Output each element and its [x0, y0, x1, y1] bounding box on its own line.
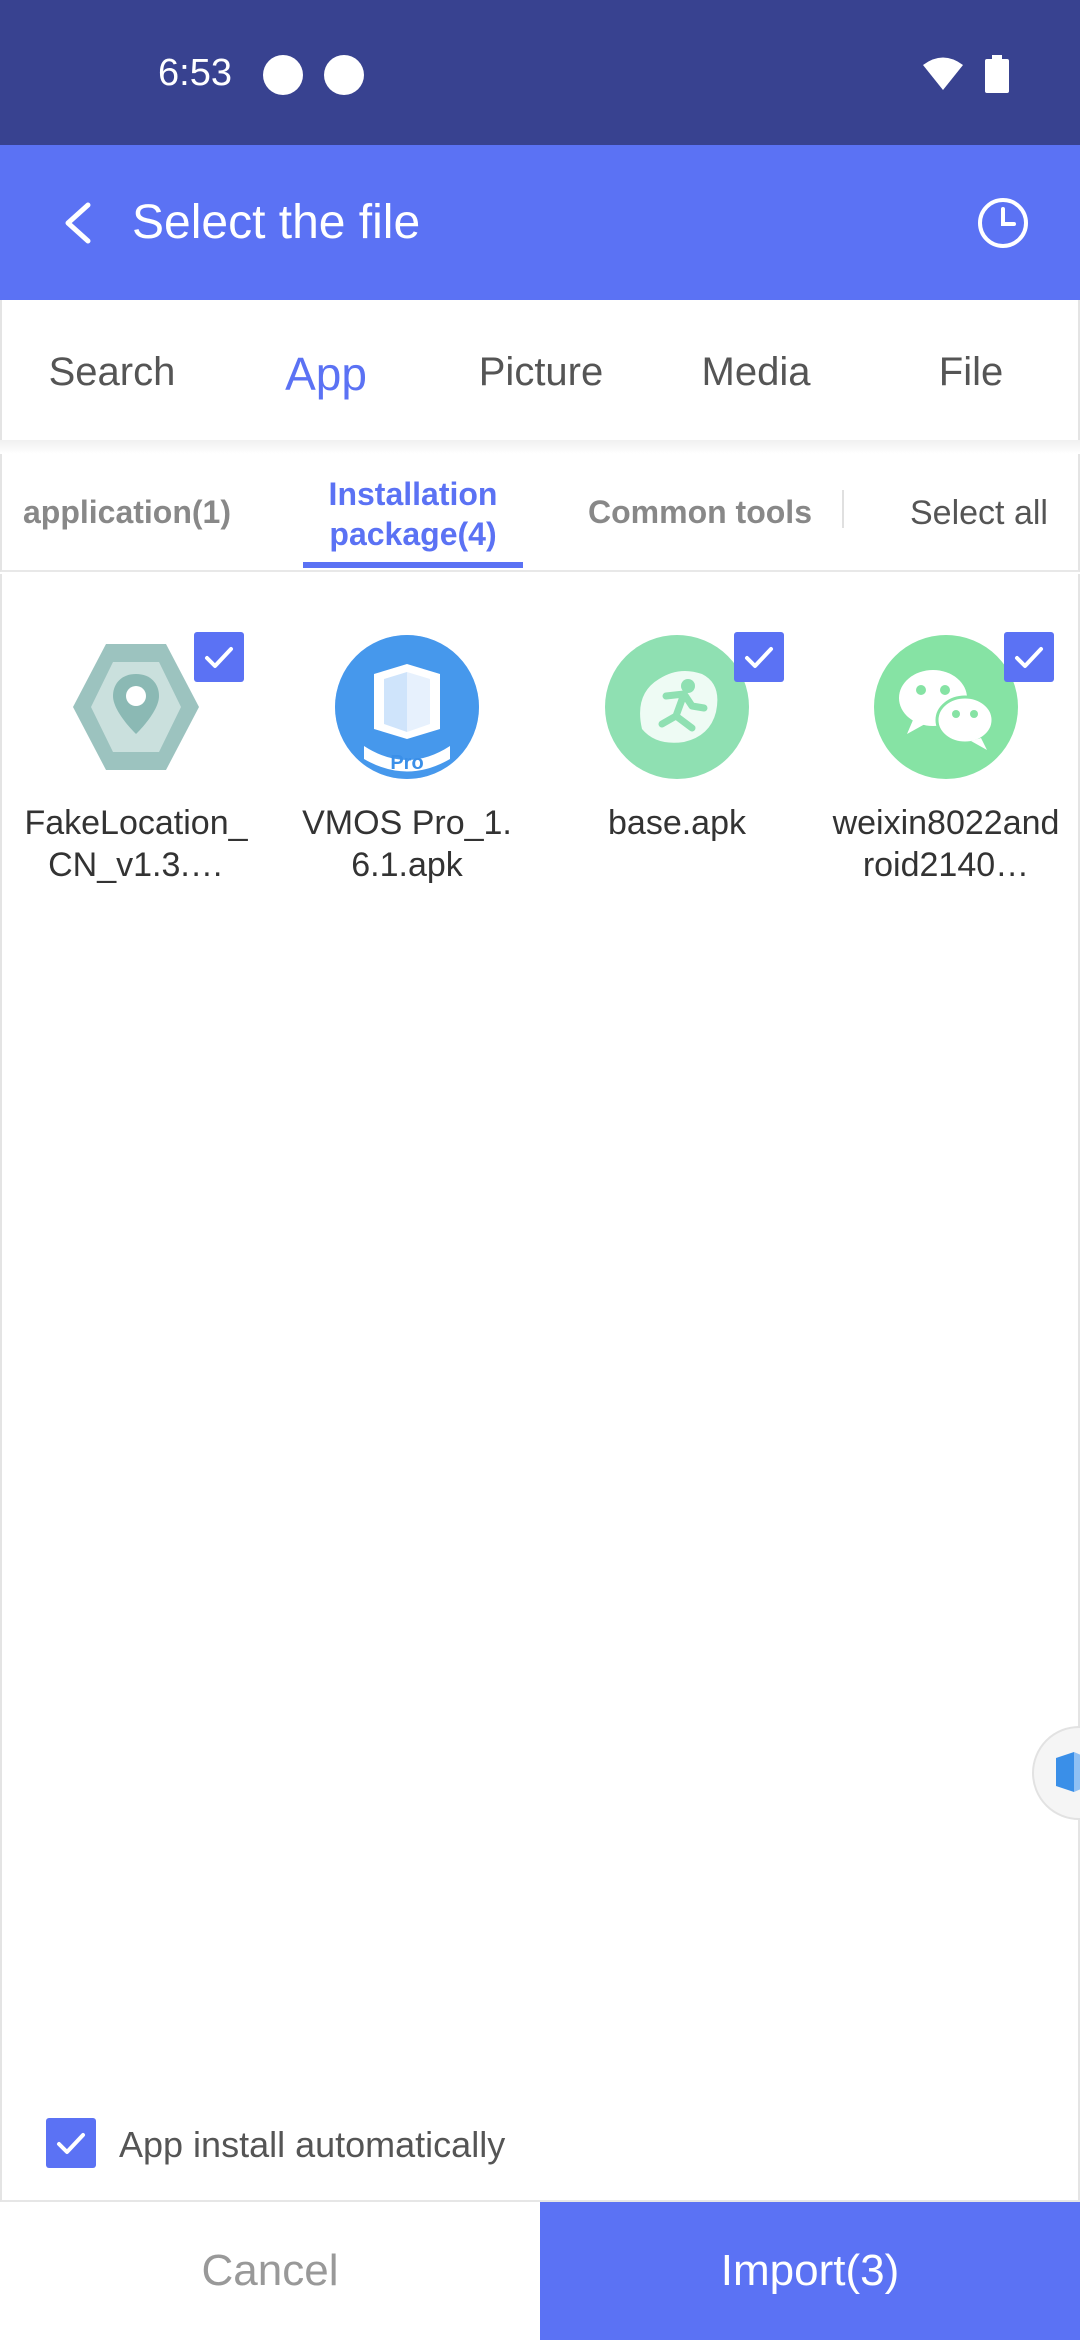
- checkbox-checked-icon[interactable]: [1004, 632, 1054, 682]
- fakelocation-app-icon: [73, 644, 199, 770]
- checkbox-checked-icon[interactable]: [46, 2118, 96, 2168]
- notification-dot-icon: [263, 55, 303, 95]
- battery-icon: [985, 55, 1009, 93]
- import-button[interactable]: Import(3): [540, 2202, 1080, 2340]
- runner-app-icon: [605, 635, 749, 779]
- cancel-button[interactable]: Cancel: [0, 2202, 540, 2340]
- divider: [842, 490, 844, 528]
- active-subtab-indicator: [303, 562, 523, 568]
- file-grid: FakeLocation_CN_v1.3.… Pro VMOS Pro_1.6.…: [0, 574, 1080, 2201]
- subtab-label-line2: package(4): [329, 516, 497, 552]
- sub-tab-bar: application(1) Installation package(4) C…: [0, 454, 1080, 572]
- select-all-button[interactable]: Select all: [910, 494, 1048, 533]
- page-title: Select the file: [132, 196, 421, 249]
- tab-app[interactable]: App: [285, 347, 367, 401]
- file-name: VMOS Pro_1.6.1.apk: [302, 804, 512, 884]
- main-tab-bar: Search App Picture Media File: [0, 300, 1080, 450]
- auto-install-label: App install automatically: [119, 2124, 506, 2165]
- tab-picture[interactable]: Picture: [479, 350, 604, 395]
- tab-file[interactable]: File: [939, 350, 1003, 395]
- tab-divider: [0, 440, 1080, 454]
- tab-media[interactable]: Media: [702, 350, 811, 395]
- vmos-pro-app-icon: Pro: [335, 635, 479, 779]
- checkbox-checked-icon[interactable]: [194, 632, 244, 682]
- file-name: weixin8022android2140…: [832, 804, 1060, 884]
- svg-text:Pro: Pro: [390, 752, 423, 774]
- back-arrow-icon[interactable]: [50, 193, 110, 253]
- wifi-icon: [923, 57, 963, 90]
- checkbox-checked-icon[interactable]: [734, 632, 784, 682]
- vmos-float-icon[interactable]: [1032, 1726, 1080, 1820]
- bottom-action-bar: Cancel Import(3): [0, 2202, 1080, 2340]
- subtab-common-tools[interactable]: Common tools: [588, 494, 812, 531]
- status-time: 6:53: [158, 52, 232, 94]
- auto-install-option[interactable]: App install automatically: [0, 2092, 1080, 2202]
- file-item[interactable]: Pro VMOS Pro_1.6.1.apk: [292, 634, 522, 886]
- file-name: FakeLocation_CN_v1.3.…: [24, 804, 248, 884]
- tab-search[interactable]: Search: [49, 350, 176, 395]
- wechat-app-icon: [874, 635, 1018, 779]
- status-bar: 6:53: [0, 0, 1080, 145]
- file-name: base.apk: [608, 804, 746, 842]
- app-header: Select the file: [0, 145, 1080, 300]
- notification-dot-icon: [324, 55, 364, 95]
- subtab-label-line1: Installation: [328, 476, 498, 512]
- clock-icon[interactable]: [973, 193, 1033, 253]
- subtab-installation-package[interactable]: Installation package(4): [329, 474, 498, 554]
- subtab-application[interactable]: application(1): [23, 494, 231, 531]
